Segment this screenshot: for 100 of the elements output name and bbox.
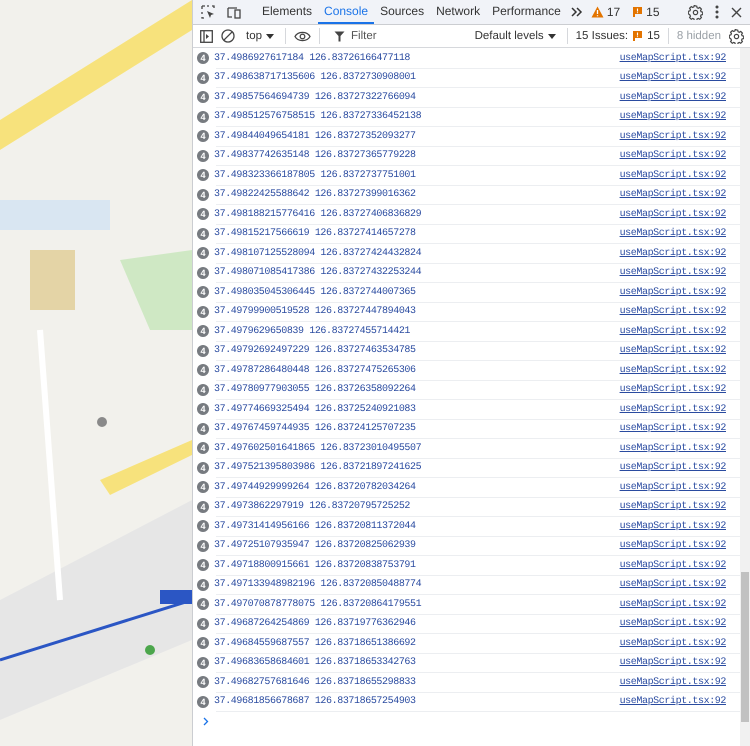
source-link[interactable]: useMapScript.tsx:92 <box>620 384 726 396</box>
source-link[interactable]: useMapScript.tsx:92 <box>620 248 726 259</box>
repeat-count-badge: 4 <box>197 384 209 396</box>
log-message: 37.49822425588642 126.83727399016362 <box>214 189 416 200</box>
repeat-count-badge: 4 <box>197 696 209 708</box>
levels-dropdown[interactable]: Default levels <box>472 30 559 42</box>
issues-label[interactable]: 15 Issues: <box>576 30 628 42</box>
source-link[interactable]: useMapScript.tsx:92 <box>620 404 726 415</box>
source-link[interactable]: useMapScript.tsx:92 <box>620 520 726 532</box>
repeat-count-badge: 4 <box>197 150 209 162</box>
log-message: 37.49683658684601 126.83718653342763 <box>214 657 416 668</box>
source-link[interactable]: useMapScript.tsx:92 <box>620 364 726 376</box>
warning-count[interactable]: 17 <box>606 5 620 19</box>
source-link[interactable]: useMapScript.tsx:92 <box>620 442 726 454</box>
repeat-count-badge: 4 <box>197 520 209 532</box>
source-link[interactable]: useMapScript.tsx:92 <box>620 618 726 630</box>
log-message: 37.498638717135606 126.8372730908001 <box>214 72 416 84</box>
repeat-count-badge: 4 <box>197 364 209 376</box>
repeat-count-badge: 4 <box>197 500 209 513</box>
log-message: 37.4979629650839 126.83727455714421 <box>214 326 410 337</box>
repeat-count-badge: 4 <box>197 598 209 610</box>
source-link[interactable]: useMapScript.tsx:92 <box>620 130 726 142</box>
log-message: 37.49844049654181 126.83727352093277 <box>214 130 416 142</box>
log-message: 37.49815217566619 126.83727414657278 <box>214 228 416 240</box>
repeat-count-badge: 4 <box>197 169 209 182</box>
panel-tab[interactable]: Performance <box>486 0 567 24</box>
source-link[interactable]: useMapScript.tsx:92 <box>620 228 726 240</box>
source-link[interactable]: useMapScript.tsx:92 <box>620 560 726 571</box>
repeat-count-badge: 4 <box>197 656 209 669</box>
log-message: 37.49767459744935 126.83724125707235 <box>214 423 416 434</box>
log-message: 37.49744929999264 126.83720782034264 <box>214 482 416 493</box>
repeat-count-badge: 4 <box>197 228 209 240</box>
source-link[interactable]: useMapScript.tsx:92 <box>620 326 726 337</box>
log-message: 37.49837742635148 126.83727365779228 <box>214 150 416 162</box>
repeat-count-badge: 4 <box>197 266 209 279</box>
source-link[interactable]: useMapScript.tsx:92 <box>620 150 726 162</box>
log-message: 37.49799900519528 126.83727447894043 <box>214 306 416 318</box>
source-link[interactable]: useMapScript.tsx:92 <box>620 92 726 103</box>
filter-field[interactable]: Filter <box>351 30 431 42</box>
source-link[interactable]: useMapScript.tsx:92 <box>620 540 726 552</box>
repeat-count-badge: 4 <box>197 52 209 64</box>
log-message: 37.498323366187805 126.8372737751001 <box>214 170 416 181</box>
log-message: 37.498107125528094 126.83727424432824 <box>214 248 422 259</box>
source-link[interactable]: useMapScript.tsx:92 <box>620 423 726 434</box>
hidden-count: 8 hidden <box>676 30 721 42</box>
repeat-count-badge: 4 <box>197 130 209 142</box>
repeat-count-badge: 4 <box>197 578 209 591</box>
issues-count[interactable]: 15 <box>647 30 660 42</box>
source-link[interactable]: useMapScript.tsx:92 <box>620 72 726 84</box>
source-link[interactable]: useMapScript.tsx:92 <box>620 52 726 64</box>
log-message: 37.49718800915661 126.83720838753791 <box>214 560 416 571</box>
panel-tab[interactable]: Network <box>430 0 486 24</box>
repeat-count-badge: 4 <box>197 618 209 630</box>
source-link[interactable]: useMapScript.tsx:92 <box>620 111 726 122</box>
repeat-count-badge: 4 <box>197 286 209 298</box>
source-link[interactable]: useMapScript.tsx:92 <box>620 579 726 590</box>
source-link[interactable]: useMapScript.tsx:92 <box>620 482 726 493</box>
repeat-count-badge: 4 <box>197 442 209 454</box>
source-link[interactable]: useMapScript.tsx:92 <box>620 286 726 298</box>
log-message: 37.49792692497229 126.83727463534785 <box>214 345 416 356</box>
repeat-count-badge: 4 <box>197 462 209 474</box>
source-link[interactable]: useMapScript.tsx:92 <box>620 345 726 356</box>
source-link[interactable]: useMapScript.tsx:92 <box>620 189 726 200</box>
log-message: 37.498512576758515 126.83727336452138 <box>214 111 422 122</box>
source-link[interactable]: useMapScript.tsx:92 <box>620 170 726 181</box>
repeat-count-badge: 4 <box>197 481 209 494</box>
panel-tab[interactable]: Sources <box>374 0 430 24</box>
repeat-count-badge: 4 <box>197 91 209 104</box>
panel-tab[interactable]: Elements <box>256 0 318 24</box>
log-message: 37.49682757681646 126.83718655298833 <box>214 676 416 688</box>
context-dropdown[interactable]: top <box>243 30 277 42</box>
log-message: 37.4973862297919 126.83720795725252 <box>214 501 410 512</box>
repeat-count-badge: 4 <box>197 110 209 123</box>
log-message: 37.49787286480448 126.83727475265306 <box>214 364 416 376</box>
repeat-count-badge: 4 <box>197 325 209 338</box>
log-message: 37.49780977903055 126.83726358092264 <box>214 384 416 396</box>
repeat-count-badge: 4 <box>197 403 209 416</box>
source-link[interactable]: useMapScript.tsx:92 <box>620 267 726 278</box>
source-link[interactable]: useMapScript.tsx:92 <box>620 306 726 318</box>
repeat-count-badge: 4 <box>197 637 209 650</box>
log-message: 37.497521395803986 126.83721897241625 <box>214 462 422 474</box>
source-link[interactable]: useMapScript.tsx:92 <box>620 676 726 688</box>
source-link[interactable]: useMapScript.tsx:92 <box>620 696 726 708</box>
log-message: 37.49687264254869 126.83719776362946 <box>214 618 416 630</box>
source-link[interactable]: useMapScript.tsx:92 <box>620 208 726 220</box>
source-link[interactable]: useMapScript.tsx:92 <box>620 598 726 610</box>
log-message: 37.49681856678687 126.83718657254903 <box>214 696 416 708</box>
source-link[interactable]: useMapScript.tsx:92 <box>620 657 726 668</box>
source-link[interactable]: useMapScript.tsx:92 <box>620 501 726 512</box>
log-message: 37.49731414956166 126.83720811372044 <box>214 520 416 532</box>
repeat-count-badge: 4 <box>197 344 209 357</box>
source-link[interactable]: useMapScript.tsx:92 <box>620 462 726 474</box>
log-message: 37.497602501641865 126.83723010495507 <box>214 442 422 454</box>
log-message: 37.49725107935947 126.83720825062939 <box>214 540 416 552</box>
log-message: 37.498188215776416 126.83727406836829 <box>214 208 422 220</box>
repeat-count-badge: 4 <box>197 422 209 435</box>
issue-count[interactable]: 15 <box>646 5 660 19</box>
log-message: 37.497133948982196 126.83720850488774 <box>214 579 422 590</box>
source-link[interactable]: useMapScript.tsx:92 <box>620 638 726 649</box>
repeat-count-badge: 4 <box>197 188 209 201</box>
